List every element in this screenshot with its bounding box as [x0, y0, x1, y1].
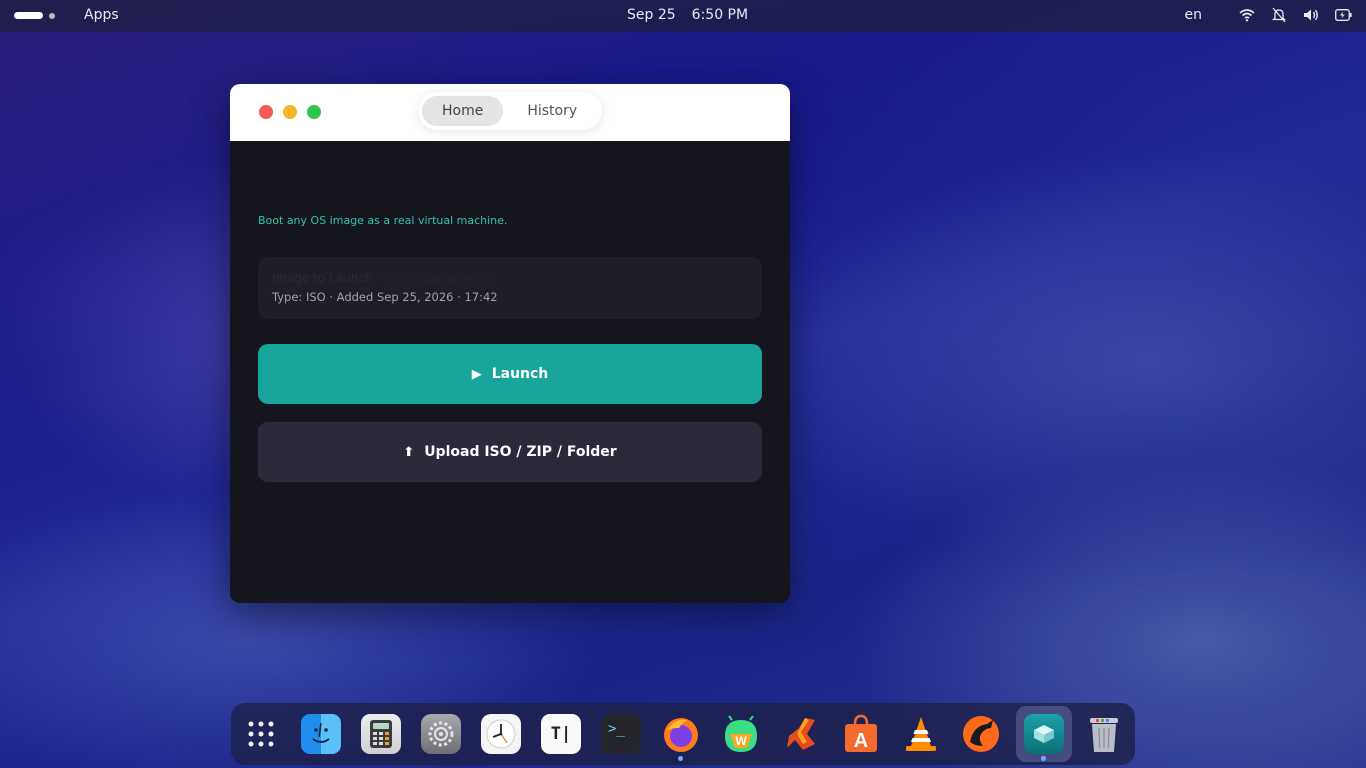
- time-label: 6:50 PM: [691, 7, 749, 23]
- running-indicator: [1041, 756, 1046, 761]
- workspace-indicator: [49, 12, 55, 19]
- app-window: Home History Boot any OS image as a real…: [230, 84, 790, 603]
- launch-button-label: Launch: [491, 366, 549, 382]
- settings-icon: [421, 714, 461, 754]
- upload-icon: ⬆: [403, 444, 415, 460]
- upload-button[interactable]: ⬆ Upload ISO / ZIP / Folder: [258, 422, 762, 482]
- workspace-active-indicator: [14, 12, 43, 19]
- text-editor-icon: T|: [541, 714, 581, 754]
- dock: T| >_ W A: [231, 703, 1135, 765]
- language-indicator[interactable]: en: [1185, 7, 1203, 23]
- dock-item-finder[interactable]: [299, 712, 343, 756]
- dock-item-settings[interactable]: [419, 712, 463, 756]
- battery-icon: [1334, 6, 1352, 24]
- dock-item-waydroid[interactable]: W: [719, 712, 763, 756]
- dock-item-fox-app[interactable]: [959, 712, 1003, 756]
- upload-button-label: Upload ISO / ZIP / Folder: [424, 444, 617, 460]
- maximize-window-button[interactable]: [307, 105, 321, 119]
- svg-text:A: A: [854, 730, 868, 752]
- calculator-icon: [361, 714, 401, 754]
- image-name-secondary: · No image selected: [376, 271, 497, 285]
- dock-item-terminal[interactable]: >_: [599, 712, 643, 756]
- vm-launcher-icon: [1024, 714, 1064, 754]
- svg-text:W: W: [735, 734, 747, 748]
- image-meta: Type: ISO · Added Sep 25, 2026 · 17:42: [272, 290, 498, 304]
- wifi-icon: [1238, 6, 1256, 24]
- dock-item-vm-launcher[interactable]: [1022, 712, 1066, 761]
- clock[interactable]: Sep 25 6:50 PM: [627, 7, 748, 23]
- system-tray[interactable]: en: [1185, 6, 1353, 24]
- dock-item-app-grid[interactable]: [239, 712, 283, 756]
- top-bar: Apps Sep 25 6:50 PM en: [0, 0, 1366, 32]
- waydroid-icon: W: [721, 714, 761, 754]
- dock-item-trash[interactable]: [1082, 712, 1126, 756]
- image-name-label: Image to Launch: [272, 271, 373, 285]
- trash-icon: [1084, 714, 1124, 754]
- tab-bar: Home History: [418, 92, 602, 130]
- runner-app-icon: [781, 714, 821, 754]
- minimize-window-button[interactable]: [283, 105, 297, 119]
- image-name: Image to Launch · No image selected: [272, 271, 496, 285]
- play-icon: ▶: [471, 366, 482, 382]
- dock-item-clock[interactable]: [479, 712, 523, 756]
- tagline: Boot any OS image as a real virtual mach…: [258, 214, 508, 227]
- close-window-button[interactable]: [259, 105, 273, 119]
- clock-icon: [481, 714, 521, 754]
- vlc-icon: [901, 714, 941, 754]
- tab-home[interactable]: Home: [422, 96, 504, 126]
- activities-indicator[interactable]: [14, 12, 55, 19]
- dock-item-text-editor[interactable]: T|: [539, 712, 583, 756]
- apps-menu[interactable]: Apps: [84, 7, 119, 23]
- running-indicator: [678, 756, 683, 761]
- terminal-icon: >_: [601, 714, 641, 754]
- window-titlebar[interactable]: Home History: [230, 84, 790, 141]
- dock-item-firefox[interactable]: [659, 712, 703, 761]
- selected-image-card[interactable]: Image to Launch · No image selected Type…: [258, 257, 762, 319]
- firefox-icon: [661, 714, 701, 754]
- dock-item-app-store[interactable]: A: [839, 712, 883, 756]
- dock-item-runner-app[interactable]: [779, 712, 823, 756]
- dock-item-vlc[interactable]: [899, 712, 943, 756]
- launch-button[interactable]: ▶ Launch: [258, 344, 762, 404]
- tab-history[interactable]: History: [507, 96, 597, 126]
- window-controls: [259, 105, 321, 119]
- volume-icon: [1302, 6, 1320, 24]
- notifications-off-icon: [1270, 6, 1288, 24]
- fox-app-icon: [961, 714, 1001, 754]
- finder-icon: [301, 714, 341, 754]
- dock-item-calculator[interactable]: [359, 712, 403, 756]
- app-grid-icon: [241, 714, 281, 754]
- date-label: Sep 25: [627, 7, 676, 23]
- app-store-icon: A: [841, 714, 881, 754]
